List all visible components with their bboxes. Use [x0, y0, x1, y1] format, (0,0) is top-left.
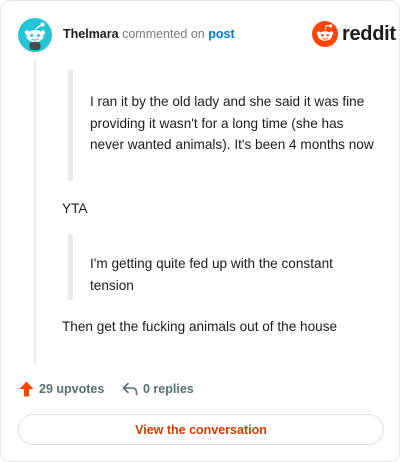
- upvotes-label: 29 upvotes: [39, 382, 105, 396]
- reddit-logo[interactable]: reddit: [312, 21, 396, 47]
- quoted-text: I'm getting quite fed up with the consta…: [90, 256, 333, 293]
- snoo-avatar-icon[interactable]: [18, 18, 52, 52]
- reply-arrow-icon: [122, 382, 138, 396]
- post-link[interactable]: post: [208, 27, 234, 41]
- blockquote-bar: [68, 234, 73, 300]
- reddit-snoo-icon: [312, 21, 338, 47]
- username-link[interactable]: Thelmara: [63, 27, 119, 41]
- blockquote-bar: [68, 69, 73, 181]
- view-conversation-button[interactable]: View the conversation: [18, 414, 384, 445]
- comment-card: Thelmara commented on post reddit I ran …: [0, 0, 400, 462]
- reddit-wordmark: reddit: [342, 22, 396, 45]
- thread-line: [34, 59, 36, 365]
- comment-text: YTA: [62, 201, 88, 216]
- commented-on-label: commented on: [122, 27, 205, 41]
- upvote-count[interactable]: 29 upvotes: [19, 379, 104, 399]
- reply-count[interactable]: 0 replies: [122, 379, 194, 399]
- upvote-arrow-icon: [19, 381, 34, 397]
- quoted-text: I ran it by the old lady and she said it…: [90, 94, 374, 152]
- comment-header: Thelmara commented on post: [63, 27, 235, 41]
- comment-text: Then get the fucking animals out of the …: [62, 319, 338, 334]
- replies-label: 0 replies: [143, 382, 194, 396]
